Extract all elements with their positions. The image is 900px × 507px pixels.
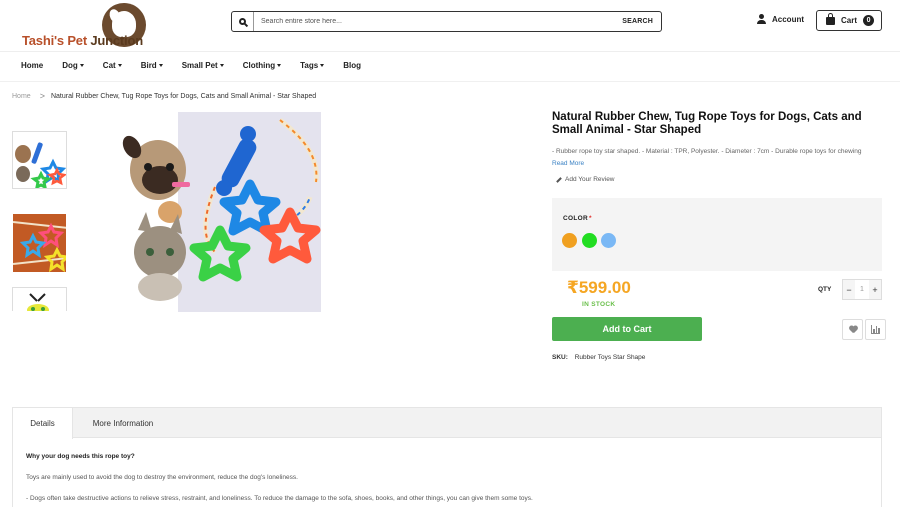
caret-down-icon <box>320 64 325 67</box>
details-heading: Why your dog needs this rope toy? <box>26 453 135 460</box>
header-divider <box>0 51 900 52</box>
search-icon <box>232 12 254 31</box>
gallery-thumbnail-2[interactable] <box>12 213 67 273</box>
nav-item-blog[interactable]: Blog <box>343 61 361 70</box>
qty-label: QTY <box>818 286 832 293</box>
nav-item-bird[interactable]: Bird <box>141 61 163 70</box>
compare-chart-icon <box>871 325 880 334</box>
caret-down-icon <box>219 64 224 67</box>
product-sku: SKU: Rubber Toys Star Shape <box>552 354 645 361</box>
search-bar: SEARCH <box>231 11 662 32</box>
gallery-thumbnail-1[interactable] <box>12 131 67 189</box>
product-price: ₹599.00 <box>567 278 631 297</box>
tab-more-information[interactable]: More Information <box>73 408 173 439</box>
product-main-image[interactable] <box>120 112 321 312</box>
chevron-right-icon: > <box>39 91 45 101</box>
nav-item-home[interactable]: Home <box>21 61 43 70</box>
user-icon <box>757 14 767 24</box>
details-paragraph: - Dogs often take destructive actions to… <box>26 495 533 502</box>
logo-text: Tashi's Pet Junction <box>22 33 143 48</box>
main-nav: Home Dog Cat Bird Small Pet Clothing Tag… <box>21 61 380 70</box>
caret-down-icon <box>79 64 84 67</box>
color-options-panel: COLOR* <box>552 198 882 271</box>
account-link[interactable]: Account <box>757 14 804 24</box>
add-review-link[interactable]: Add Your Review <box>556 176 615 183</box>
product-short-description: - Rubber rope toy star shaped. - Materia… <box>552 148 862 167</box>
cart-count-badge: 0 <box>863 15 875 26</box>
caret-down-icon <box>277 64 282 67</box>
sku-label: SKU: <box>552 354 568 361</box>
nav-item-small-pet[interactable]: Small Pet <box>182 61 224 70</box>
nav-item-cat[interactable]: Cat <box>103 61 122 70</box>
product-info-tabs: Details More Information Why your dog ne… <box>12 407 882 507</box>
wishlist-button[interactable] <box>842 319 863 340</box>
breadcrumb-home[interactable]: Home <box>12 93 31 100</box>
nav-item-tags[interactable]: Tags <box>300 61 325 70</box>
color-label: COLOR* <box>563 215 592 222</box>
search-input[interactable] <box>254 13 615 30</box>
shopping-bag-icon <box>826 12 835 25</box>
color-swatch-green[interactable] <box>582 233 597 248</box>
nav-item-dog[interactable]: Dog <box>62 61 84 70</box>
breadcrumb: Home > Natural Rubber Chew, Tug Rope Toy… <box>12 91 316 101</box>
breadcrumb-current: Natural Rubber Chew, Tug Rope Toys for D… <box>50 92 317 100</box>
quantity-stepper: − 1 + <box>842 279 882 300</box>
caret-down-icon <box>158 64 163 67</box>
details-content: Why your dog needs this rope toy? Toys a… <box>26 453 866 507</box>
pencil-icon <box>556 176 562 183</box>
read-more-link[interactable]: Read More <box>552 160 584 167</box>
stock-status: IN STOCK <box>582 301 616 308</box>
qty-input[interactable]: 1 <box>855 280 869 299</box>
store-logo[interactable]: Tashi's Pet Junction <box>20 3 150 49</box>
heart-icon <box>849 326 857 334</box>
search-button[interactable]: SEARCH <box>614 18 661 25</box>
qty-decrease-button[interactable]: − <box>843 285 855 295</box>
compare-button[interactable] <box>865 319 886 340</box>
nav-item-clothing[interactable]: Clothing <box>243 61 282 70</box>
tab-details[interactable]: Details <box>13 408 73 439</box>
product-title: Natural Rubber Chew, Tug Rope Toys for D… <box>552 111 862 136</box>
caret-down-icon <box>117 64 122 67</box>
add-to-cart-button[interactable]: Add to Cart <box>552 317 702 341</box>
color-swatch-blue[interactable] <box>601 233 616 248</box>
details-paragraph: Toys are mainly used to avoid the dog to… <box>26 474 298 481</box>
account-label: Account <box>772 14 804 24</box>
qty-increase-button[interactable]: + <box>869 285 881 295</box>
color-swatch-orange[interactable] <box>562 233 577 248</box>
nav-divider <box>0 81 900 82</box>
gallery-thumbnail-3[interactable] <box>12 287 67 311</box>
sku-value: Rubber Toys Star Shape <box>574 354 646 361</box>
cart-button[interactable]: Cart 0 <box>816 10 882 31</box>
cart-label: Cart <box>841 16 858 25</box>
